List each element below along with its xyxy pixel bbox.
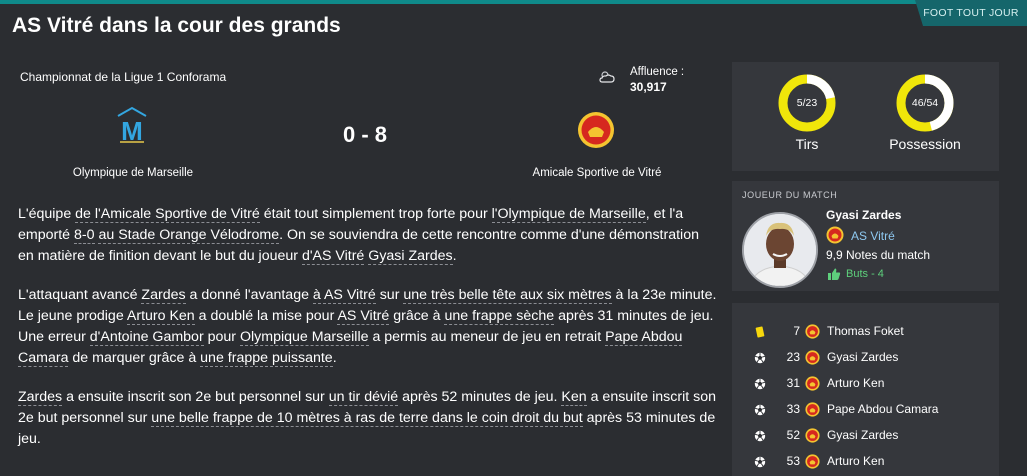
event-minute: 52: [786, 428, 800, 442]
news-source-tag: FOOT TOUT JOUR: [915, 0, 1027, 26]
report-text: a permis au meneur de jeu en retrait: [368, 329, 606, 345]
potm-rating: 9,9 Notes du match: [826, 248, 931, 262]
report-text: a ensuite inscrit son 2e but personnel s…: [62, 389, 329, 405]
football-icon: [754, 455, 766, 468]
event-player-name[interactable]: Gyasi Zardes: [827, 428, 898, 442]
report-link[interactable]: l'Olympique de Marseille: [491, 206, 646, 223]
report-link[interactable]: 8-0: [74, 227, 95, 244]
shots-label: Tirs: [795, 136, 819, 152]
vitre-badge-icon: [805, 402, 820, 417]
possession-value: 46/54: [911, 97, 939, 109]
vitre-badge-icon: [805, 428, 820, 443]
event-row[interactable]: 33 Pape Abdou Camara: [732, 397, 999, 423]
vitre-badge-icon: [826, 226, 844, 244]
report-link[interactable]: Zardes: [141, 287, 186, 304]
vitre-badge-icon: [805, 350, 820, 365]
shots-donut-chart: 5/23: [778, 74, 836, 132]
report-paragraph: L'attaquant avancé Zardes a donné l'avan…: [18, 285, 718, 369]
event-player-name[interactable]: Thomas Foket: [827, 324, 904, 338]
vitre-crest-icon[interactable]: [576, 110, 616, 150]
event-player-name[interactable]: Gyasi Zardes: [827, 350, 898, 364]
report-link[interactable]: d'AS Vitré: [301, 248, 365, 265]
report-link[interactable]: une très belle tête aux six mètres: [403, 287, 612, 304]
event-row[interactable]: 23 Gyasi Zardes: [732, 345, 999, 371]
match-report: L'équipe de l'Amicale Sportive de Vitré …: [18, 204, 718, 468]
report-link[interactable]: AS Vitré: [337, 308, 390, 325]
potm-goals: Buts - 4: [846, 268, 884, 280]
football-icon: [754, 377, 766, 390]
event-minute: 23: [786, 350, 800, 364]
vitre-badge-icon: [805, 324, 820, 339]
football-icon: [754, 403, 766, 416]
marseille-crest-icon[interactable]: M: [112, 106, 152, 146]
report-link[interactable]: Gyasi Zardes: [368, 248, 453, 265]
report-link[interactable]: Zardes: [18, 389, 63, 406]
player-avatar[interactable]: [742, 212, 818, 288]
yellow-card-icon: [754, 325, 766, 338]
vitre-badge-icon: [805, 454, 820, 469]
vitre-badge-icon: [805, 376, 820, 391]
report-link[interactable]: une frappe sèche: [444, 308, 555, 325]
event-minute: 33: [786, 402, 800, 416]
report-text: pour: [203, 329, 240, 345]
report-text: .: [332, 350, 337, 366]
report-link[interactable]: à AS Vitré: [312, 287, 376, 304]
competition-name[interactable]: Championnat de la Ligue 1 Conforama: [20, 70, 226, 84]
report-text: a donné l'avantage: [185, 287, 313, 303]
report-link[interactable]: d'Antoine Gambor: [89, 329, 204, 346]
event-player-name[interactable]: Arturo Ken: [827, 454, 884, 468]
potm-player-name[interactable]: Gyasi Zardes: [826, 208, 901, 222]
report-link[interactable]: Olympique Marseille: [239, 329, 369, 346]
top-accent-bar: [0, 0, 1027, 4]
match-summary: Championnat de la Ligue 1 Conforama Affl…: [0, 60, 720, 190]
event-minute: 7: [793, 324, 800, 338]
report-text: a doublé la mise pour: [194, 308, 338, 324]
event-player-name[interactable]: Arturo Ken: [827, 376, 884, 390]
report-link[interactable]: au Stade Orange Vélodrome: [98, 227, 280, 244]
report-text: L'attaquant avancé: [18, 287, 142, 303]
home-team-name[interactable]: Olympique de Marseille: [20, 167, 246, 179]
event-row[interactable]: 53 Arturo Ken: [732, 449, 999, 475]
thumbs-up-icon: [827, 267, 841, 281]
report-link[interactable]: une frappe puissante: [200, 350, 333, 367]
possession-label: Possession: [889, 136, 961, 152]
event-minute: 31: [786, 376, 800, 390]
report-link[interactable]: un tir dévié: [328, 389, 399, 406]
report-link[interactable]: Ken: [561, 389, 587, 406]
report-link[interactable]: Arturo Ken: [126, 308, 195, 325]
potm-header: JOUEUR DU MATCH: [742, 190, 838, 200]
attendance-value: 30,917: [630, 80, 667, 94]
event-minute: 53: [786, 454, 800, 468]
report-paragraph: Zardes a ensuite inscrit son 2e but pers…: [18, 387, 718, 450]
report-link[interactable]: une belle frappe de 10 mètres à ras de t…: [151, 410, 583, 427]
attendance-label: Affluence :: [630, 66, 685, 78]
match-stats-panel: 5/23 46/54 Tirs Possession: [732, 62, 999, 171]
shots-value: 5/23: [796, 97, 818, 109]
potm-club-link[interactable]: AS Vitré: [851, 229, 895, 243]
away-team-name[interactable]: Amicale Sportive de Vitré: [484, 167, 710, 179]
report-text: de marquer grâce à: [68, 350, 201, 366]
report-text: grâce à: [389, 308, 445, 324]
report-text: .: [452, 248, 457, 264]
player-of-the-match-panel[interactable]: JOUEUR DU MATCH Gyasi Zardes AS Vitré 9,…: [732, 181, 999, 291]
final-score: 0 - 8: [342, 122, 388, 147]
report-paragraph: L'équipe de l'Amicale Sportive de Vitré …: [18, 204, 718, 267]
event-row[interactable]: 31 Arturo Ken: [732, 371, 999, 397]
event-row[interactable]: 52 Gyasi Zardes: [732, 423, 999, 449]
match-events-panel: 7 Thomas Foket 23 Gyasi Zardes 31 Arturo Ken 3…: [732, 303, 999, 476]
cloud-weather-icon: [598, 70, 616, 84]
possession-donut-chart: 46/54: [896, 74, 954, 132]
event-row[interactable]: 7 Thomas Foket: [732, 319, 999, 345]
report-link[interactable]: de l'Amicale Sportive de Vitré: [75, 206, 260, 223]
football-icon: [754, 351, 766, 364]
football-icon: [754, 429, 766, 442]
report-text: après 52 minutes de jeu.: [398, 389, 562, 405]
page-title: AS Vitré dans la cour des grands: [12, 14, 341, 37]
report-text: sur: [375, 287, 404, 303]
report-text: était tout simplement trop forte pour: [259, 206, 492, 222]
report-text: L'équipe: [18, 206, 76, 222]
event-player-name[interactable]: Pape Abdou Camara: [827, 402, 938, 416]
